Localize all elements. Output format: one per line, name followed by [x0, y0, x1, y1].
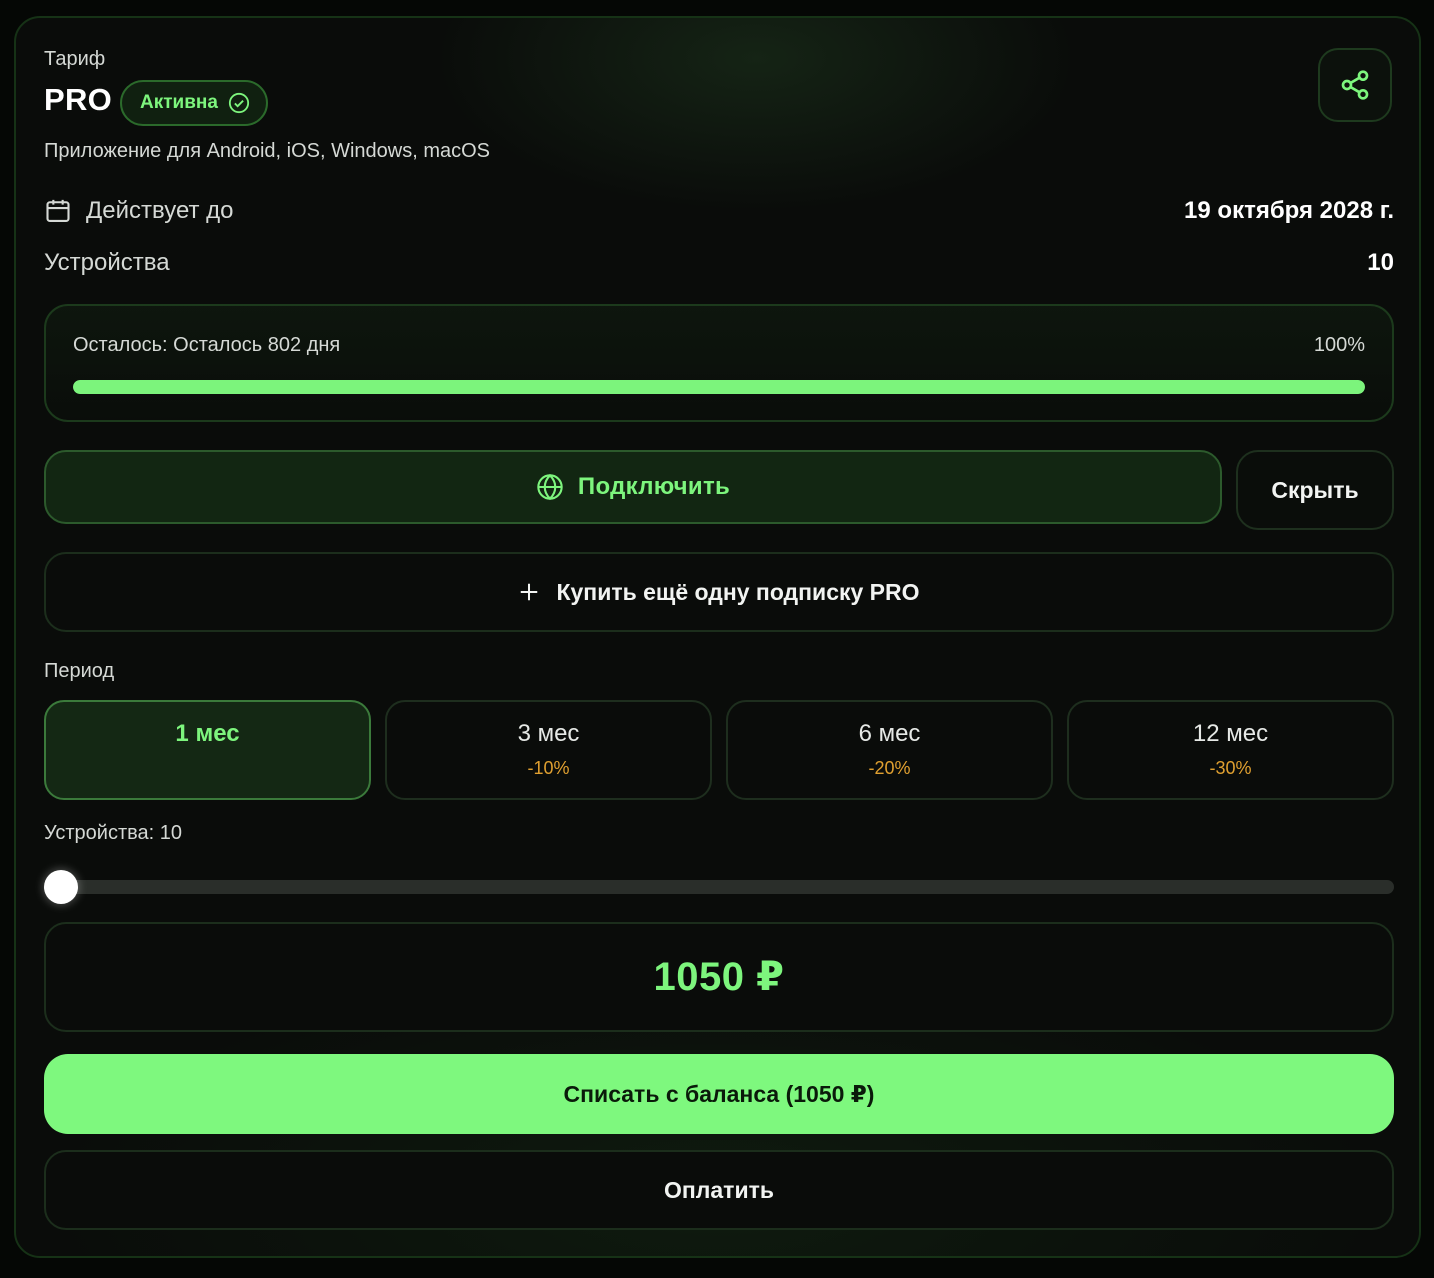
valid-until-label: Действует до — [86, 197, 234, 224]
period-option-12m[interactable]: 12 мес -30% — [1067, 700, 1394, 800]
status-badge: Активна — [120, 80, 268, 126]
remaining-text: Осталось: Осталось 802 дня — [73, 334, 341, 356]
period-option-6m[interactable]: 6 мес -20% — [726, 700, 1053, 800]
remaining-percent: 100% — [1313, 334, 1365, 356]
remaining-progress-track — [73, 380, 1365, 394]
period-option-3m[interactable]: 3 мес -10% — [385, 700, 712, 800]
devices-slider-thumb[interactable] — [44, 870, 78, 904]
pay-from-balance-button[interactable]: Списать с баланса (1050 ₽) — [44, 1054, 1394, 1134]
globe-icon — [537, 473, 563, 501]
period-label: 3 мес — [517, 720, 580, 747]
period-title: Период — [44, 660, 115, 682]
status-label: Активна — [140, 92, 218, 113]
calendar-icon — [46, 199, 70, 222]
devices-slider-label: Устройства: 10 — [44, 822, 182, 844]
check-circle-icon — [228, 92, 250, 114]
period-discount: -10% — [527, 758, 570, 778]
period-discount: -20% — [868, 758, 911, 778]
connect-label: Подключить — [577, 473, 731, 500]
period-option-1m[interactable]: 1 мес — [44, 700, 371, 800]
devices-label: Устройства — [44, 249, 170, 276]
valid-until-value: 19 октября 2028 г. — [1184, 197, 1394, 224]
period-label: 6 мес — [858, 720, 921, 747]
total-price: 1050 ₽ — [44, 922, 1394, 1032]
share-button[interactable] — [1318, 48, 1392, 122]
tariff-caption: Тариф — [44, 48, 106, 70]
remaining-progress-box: Осталось: Осталось 802 дня 100% — [44, 304, 1394, 422]
period-options: 1 мес 3 мес -10% 6 мес -20% 12 мес -30% — [44, 700, 1394, 800]
period-discount: -30% — [1209, 758, 1252, 778]
valid-until-row: Действует до 19 октября 2028 г. — [44, 194, 1394, 228]
remaining-progress-fill — [73, 380, 1365, 394]
plus-icon — [521, 583, 538, 601]
devices-slider-track[interactable] — [44, 880, 1394, 894]
hide-button[interactable]: Скрыть — [1236, 450, 1394, 530]
buy-another-subscription-button[interactable]: Купить ещё одну подписку PRO — [44, 552, 1394, 632]
share-icon — [1341, 70, 1369, 100]
devices-value: 10 — [1367, 249, 1394, 276]
connect-button[interactable]: Подключить — [44, 450, 1222, 524]
pay-button[interactable]: Оплатить — [44, 1150, 1394, 1230]
devices-row: Устройства 10 — [44, 246, 1394, 280]
period-label: 1 мес — [175, 720, 240, 747]
plan-name: PRO — [44, 82, 113, 117]
subscription-card: Тариф PRO Активна Приложение для Android… — [14, 16, 1421, 1258]
period-label: 12 мес — [1192, 720, 1269, 747]
buy-another-label: Купить ещё одну подписку PRO — [556, 578, 920, 605]
platforms-text: Приложение для Android, iOS, Windows, ma… — [44, 140, 491, 162]
